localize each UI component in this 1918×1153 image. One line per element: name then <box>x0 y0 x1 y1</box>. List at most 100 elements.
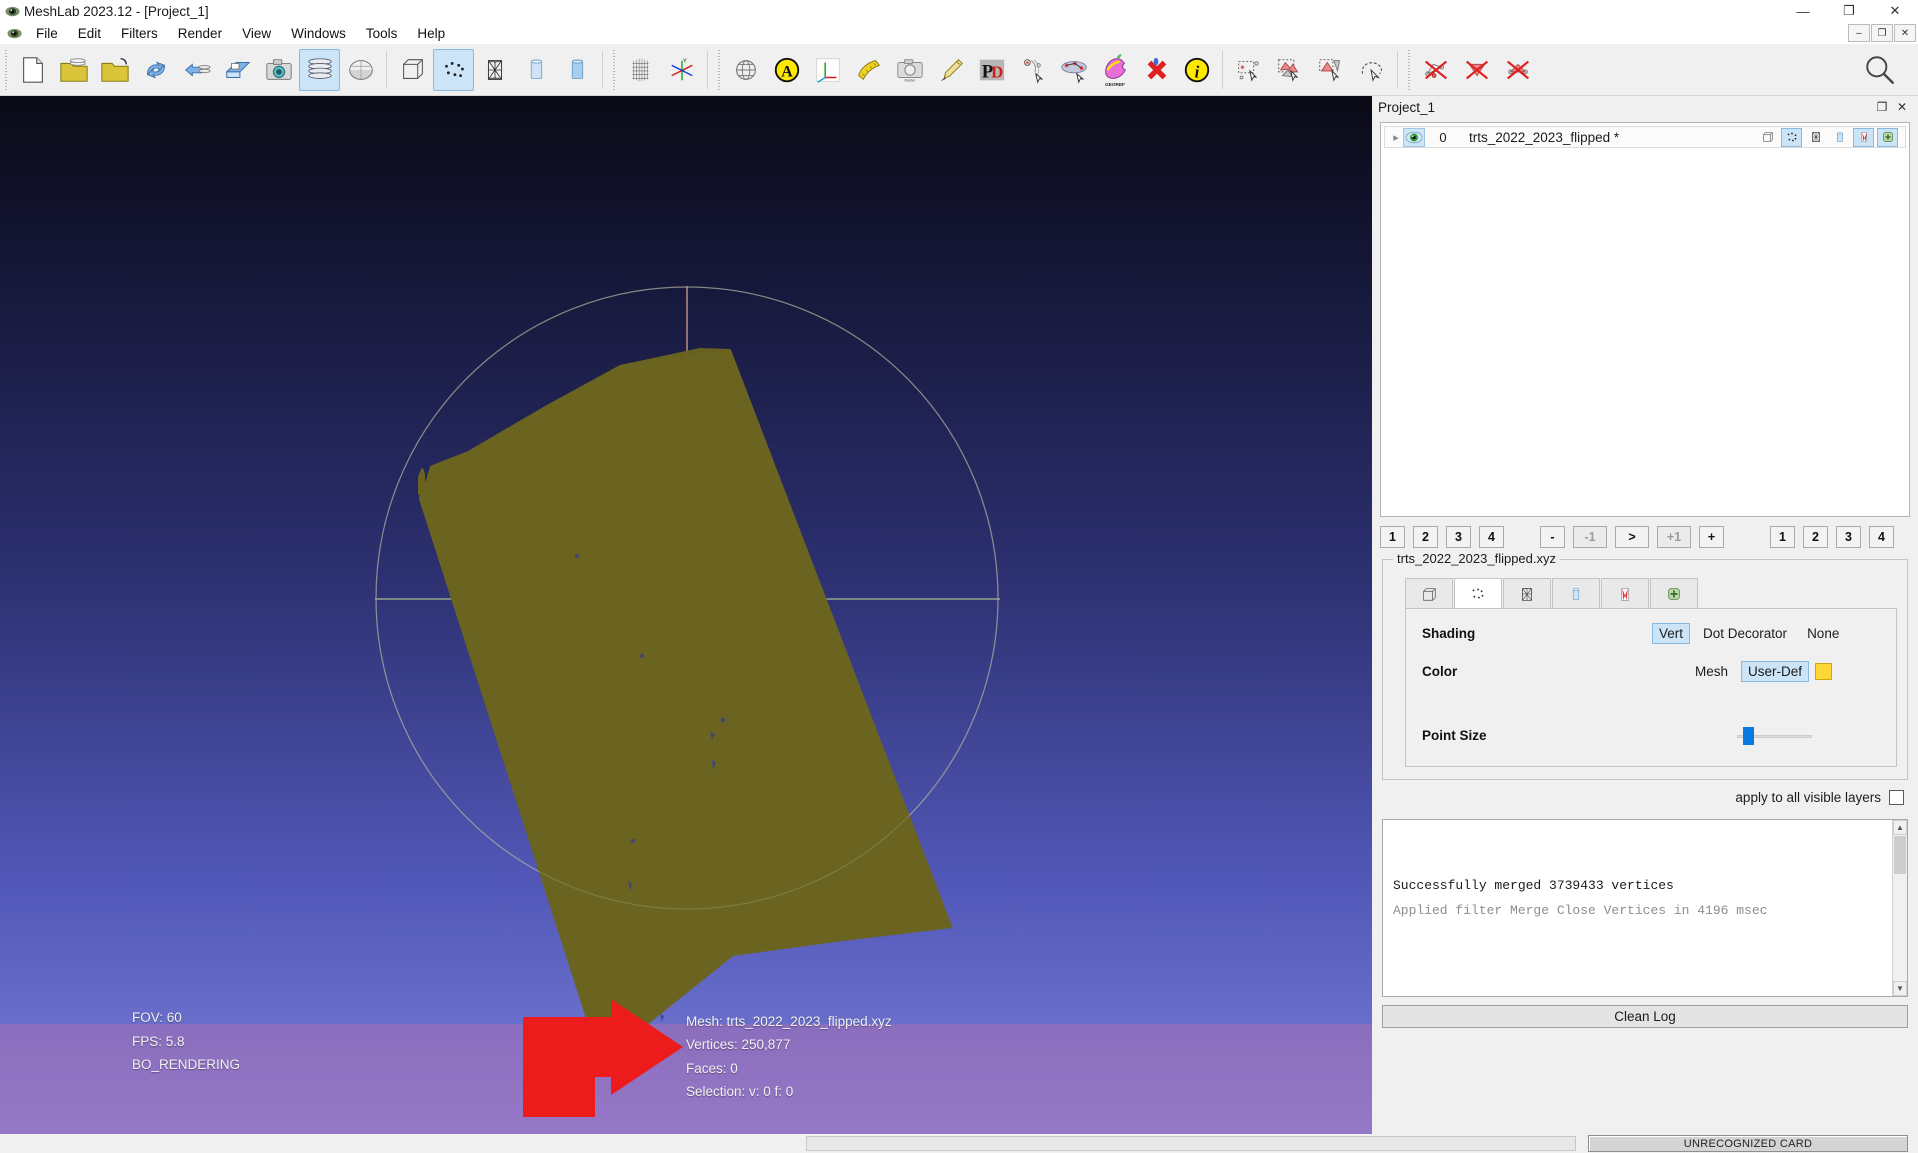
show-trackball-icon[interactable] <box>340 49 381 91</box>
log-scroll-down-arrow[interactable]: ▼ <box>1893 981 1907 996</box>
points-view-icon[interactable] <box>433 49 474 91</box>
measure-tool-icon[interactable] <box>848 49 889 91</box>
select-connected-icon[interactable] <box>1310 49 1351 91</box>
tab-wireframe[interactable] <box>1503 578 1551 608</box>
mdi-close-button[interactable]: ✕ <box>1894 24 1916 42</box>
log-scrollbar[interactable]: ▲ ▼ <box>1892 820 1907 996</box>
shading-option-none[interactable]: None <box>1800 623 1846 644</box>
bbox-view-icon[interactable] <box>392 49 433 91</box>
mdi-restore-button[interactable]: ❐ <box>1871 24 1893 42</box>
layer-row[interactable]: ▸ 0 trts_2022_2023_flipped * <box>1384 126 1906 148</box>
reload-icon[interactable] <box>135 49 176 91</box>
pdf-export-icon[interactable]: P D <box>971 49 1012 91</box>
nav-play-button[interactable]: > <box>1615 526 1649 548</box>
log-scroll-thumb[interactable] <box>1894 836 1906 874</box>
menu-file[interactable]: File <box>26 24 68 43</box>
layer-points-icon[interactable] <box>1781 128 1802 147</box>
window-close-button[interactable]: ✕ <box>1872 0 1918 22</box>
menu-edit[interactable]: Edit <box>68 24 111 43</box>
toolbar-drag-handle[interactable] <box>715 50 723 90</box>
nav-left-3-button[interactable]: 3 <box>1446 526 1471 548</box>
dock-close-button[interactable]: ✕ <box>1892 98 1912 116</box>
layer-flat-lines-icon[interactable] <box>1853 128 1874 147</box>
log-scroll-up-arrow[interactable]: ▲ <box>1893 820 1907 835</box>
texture-view-icon[interactable] <box>620 49 661 91</box>
sphere-decorator-icon[interactable] <box>725 49 766 91</box>
toolbar-drag-handle[interactable] <box>2 50 10 90</box>
nav-left-4-button[interactable]: 4 <box>1479 526 1504 548</box>
delete-selected-faces-icon[interactable] <box>1415 49 1456 91</box>
wireframe-view-icon[interactable] <box>474 49 515 91</box>
nav-minus-button[interactable]: - <box>1540 526 1565 548</box>
nav-right-4-button[interactable]: 4 <box>1869 526 1894 548</box>
delete-selected-faces-vertices-icon[interactable] <box>1497 49 1538 91</box>
nav-right-2-button[interactable]: 2 <box>1803 526 1828 548</box>
select-freehand-icon[interactable] <box>1351 49 1392 91</box>
raster-alignment-icon[interactable]: Raster <box>889 49 930 91</box>
delete-selected-vertices-icon[interactable] <box>1456 49 1497 91</box>
log-panel[interactable]: Successfully merged 3739433 vertices App… <box>1382 819 1908 997</box>
menu-help[interactable]: Help <box>407 24 455 43</box>
nav-plus-one-button[interactable]: +1 <box>1657 526 1691 548</box>
tab-points[interactable] <box>1454 578 1502 608</box>
color-option-mesh[interactable]: Mesh <box>1688 661 1735 682</box>
align-tool-icon[interactable]: A <box>766 49 807 91</box>
dock-float-button[interactable]: ❐ <box>1872 98 1892 116</box>
3d-viewport[interactable]: FOV: 60 FPS: 5.8 BO_RENDERING Mesh: trts… <box>0 96 1372 1134</box>
toolbar-drag-handle[interactable] <box>610 50 618 90</box>
toolbar-drag-handle[interactable] <box>1405 50 1413 90</box>
tab-flat[interactable] <box>1552 578 1600 608</box>
open-project-icon[interactable] <box>53 49 94 91</box>
tab-bbox[interactable] <box>1405 578 1453 608</box>
menu-render[interactable]: Render <box>168 24 232 43</box>
new-project-icon[interactable] <box>12 49 53 91</box>
shading-option-dot-decorator[interactable]: Dot Decorator <box>1696 623 1794 644</box>
nav-minus-one-button[interactable]: -1 <box>1573 526 1607 548</box>
nav-plus-button[interactable]: + <box>1699 526 1724 548</box>
menu-tools[interactable]: Tools <box>356 24 408 43</box>
point-cloud-mesh-body[interactable] <box>419 350 952 1062</box>
menu-windows[interactable]: Windows <box>281 24 356 43</box>
paint-brush-icon[interactable] <box>930 49 971 91</box>
layer-visibility-eye-icon[interactable] <box>1403 128 1425 147</box>
nav-right-3-button[interactable]: 3 <box>1836 526 1861 548</box>
smooth-view-icon[interactable] <box>556 49 597 91</box>
flat-lines-view-icon[interactable] <box>515 49 556 91</box>
search-icon[interactable] <box>1860 50 1900 90</box>
tab-smooth[interactable] <box>1650 578 1698 608</box>
menu-view[interactable]: View <box>232 24 281 43</box>
show-layer-dialog-icon[interactable] <box>299 49 340 91</box>
layer-expand-icon[interactable]: ▸ <box>1389 131 1403 144</box>
apply-all-layers-checkbox[interactable] <box>1889 790 1904 805</box>
layer-flat-icon[interactable] <box>1829 128 1850 147</box>
mesh-render-canvas[interactable] <box>0 96 1372 1134</box>
quality-mapper-icon[interactable] <box>1053 49 1094 91</box>
layer-wireframe-icon[interactable] <box>1805 128 1826 147</box>
mdi-minimize-button[interactable]: – <box>1848 24 1870 42</box>
export-mesh-icon[interactable] <box>176 49 217 91</box>
nav-left-1-button[interactable]: 1 <box>1380 526 1405 548</box>
save-project-icon[interactable] <box>217 49 258 91</box>
window-minimize-button[interactable]: — <box>1780 0 1826 22</box>
delete-icon[interactable] <box>1135 49 1176 91</box>
edit-axis-icon[interactable] <box>807 49 848 91</box>
layer-bbox-icon[interactable] <box>1757 128 1778 147</box>
layer-smooth-icon[interactable] <box>1877 128 1898 147</box>
color-option-user-def[interactable]: User-Def <box>1741 661 1809 682</box>
nav-left-2-button[interactable]: 2 <box>1413 526 1438 548</box>
layer-list[interactable]: ▸ 0 trts_2022_2023_flipped * <box>1380 122 1910 517</box>
point-size-slider-knob[interactable] <box>1743 727 1754 745</box>
mesh-info-icon[interactable]: i <box>1176 49 1217 91</box>
select-vertices-icon[interactable] <box>1228 49 1269 91</box>
shading-option-vert[interactable]: Vert <box>1652 623 1690 644</box>
tab-flat-lines[interactable] <box>1601 578 1649 608</box>
import-mesh-icon[interactable] <box>94 49 135 91</box>
snapshot-icon[interactable] <box>258 49 299 91</box>
show-axis-icon[interactable]: Y <box>661 49 702 91</box>
point-size-slider[interactable] <box>1737 729 1812 743</box>
color-swatch[interactable] <box>1815 663 1832 680</box>
georef-icon[interactable]: GEOREF <box>1094 49 1135 91</box>
menu-filters[interactable]: Filters <box>111 24 168 43</box>
select-faces-icon[interactable] <box>1269 49 1310 91</box>
pick-points-icon[interactable] <box>1012 49 1053 91</box>
